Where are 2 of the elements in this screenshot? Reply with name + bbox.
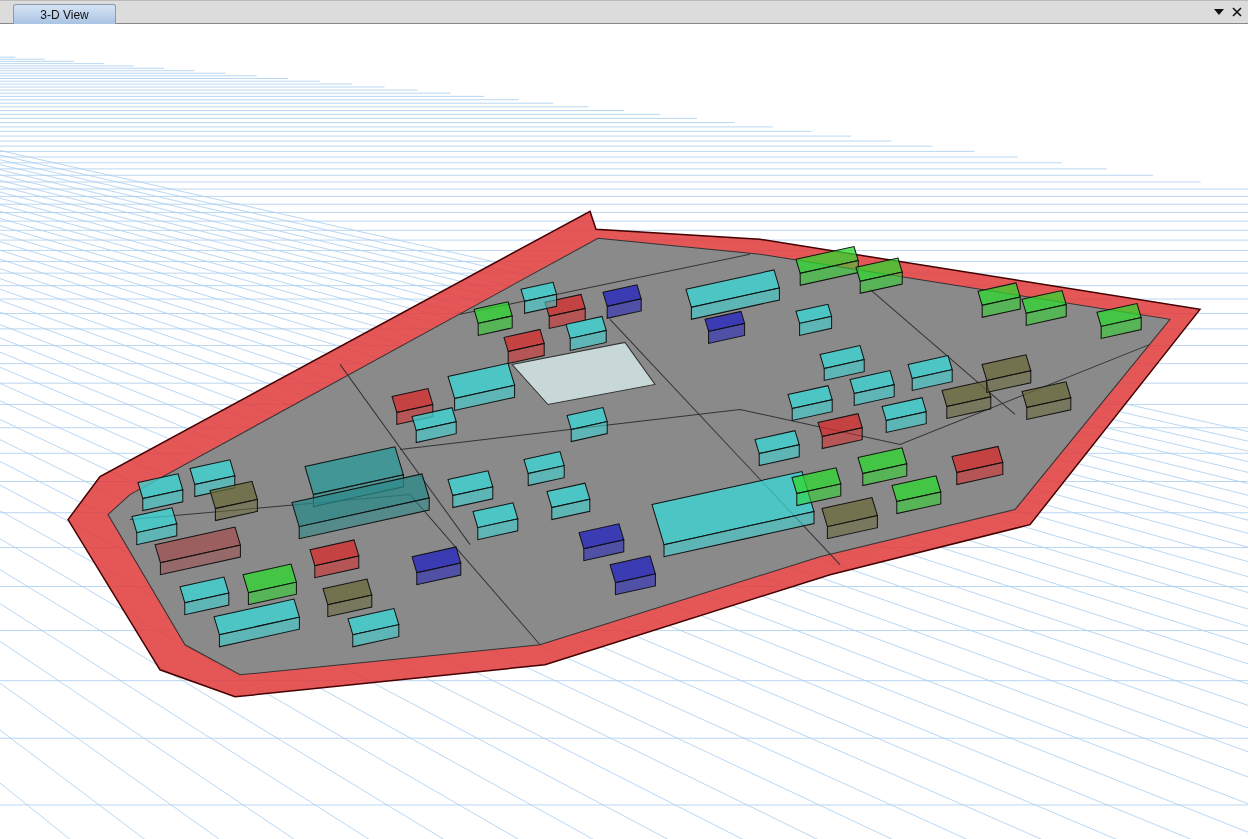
close-icon[interactable] (1230, 5, 1244, 19)
view-tab[interactable]: 3-D View (13, 4, 116, 24)
